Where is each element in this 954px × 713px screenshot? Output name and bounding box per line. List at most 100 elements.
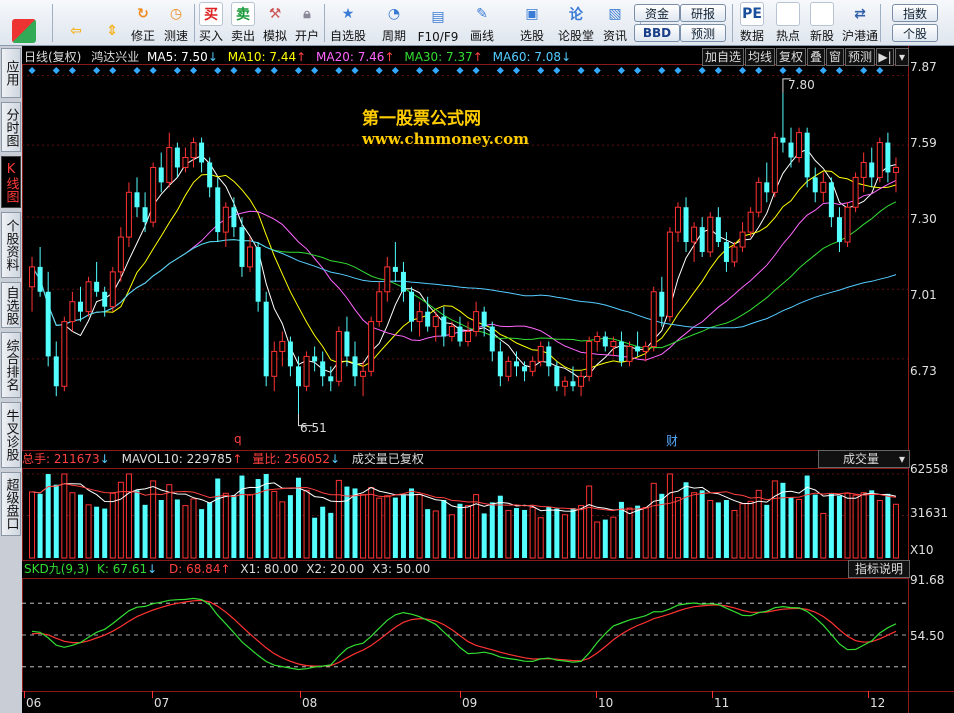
volume-bar bbox=[320, 506, 326, 558]
candle-body bbox=[158, 167, 164, 183]
overlay-button[interactable]: 叠 bbox=[807, 48, 825, 66]
volume-bar bbox=[852, 494, 859, 559]
volume-bar bbox=[764, 504, 770, 558]
hammer-button[interactable]: ⚒ 模拟 bbox=[260, 2, 290, 44]
up-down-arrows-button[interactable]: ⇕ bbox=[98, 2, 126, 44]
volume-bar bbox=[368, 487, 375, 559]
volume-bar bbox=[263, 474, 269, 558]
skd-d-value: D: 68.84 bbox=[169, 562, 221, 576]
window-button[interactable]: 窗 bbox=[826, 48, 844, 66]
candle-body bbox=[125, 191, 132, 238]
pe-button[interactable]: PE 数据 bbox=[736, 2, 768, 44]
lock-button[interactable]: 🔒︎ 开户 bbox=[292, 2, 322, 44]
indicator-explain-button[interactable]: 指标说明 bbox=[848, 560, 910, 578]
date-tick-label: 11 bbox=[714, 696, 730, 710]
candle-body bbox=[465, 331, 472, 342]
volume-bar bbox=[650, 482, 657, 559]
candle-body bbox=[190, 142, 197, 159]
ma30-value: MA30: 7.37 bbox=[404, 50, 473, 64]
candle-body bbox=[457, 326, 463, 342]
volume-bar bbox=[836, 495, 842, 558]
price-tick: 6.73 bbox=[910, 364, 937, 378]
candle-body bbox=[497, 351, 503, 377]
pen-button[interactable]: ✎ 画线 bbox=[462, 2, 502, 44]
candle-body bbox=[869, 162, 875, 178]
period-button[interactable]: ◔ 周期 bbox=[374, 2, 414, 44]
volume-indicator-select[interactable]: 成交量 ▾ bbox=[818, 450, 910, 468]
event-diamond bbox=[133, 66, 141, 75]
toolbar-button-label: 热点 bbox=[775, 29, 800, 43]
date-tick-label: 06 bbox=[26, 696, 42, 710]
bbd-pill-button[interactable]: BBD bbox=[634, 24, 680, 42]
ma-settings-button[interactable]: 均线 bbox=[745, 48, 775, 66]
adjust-price-button[interactable]: 复权 bbox=[776, 48, 806, 66]
sell-button[interactable]: 卖卖出 bbox=[228, 2, 258, 44]
news-button[interactable]: ▧ 资讯 bbox=[598, 2, 632, 44]
volume-bar bbox=[513, 508, 519, 558]
volume-bar bbox=[860, 492, 867, 559]
screen-icon: ▣ bbox=[525, 6, 539, 22]
event-diamond bbox=[351, 66, 359, 75]
left-tab-2[interactable]: K线图 bbox=[1, 156, 21, 208]
forecast-pill-button[interactable]: 预测 bbox=[680, 24, 726, 42]
clock-button[interactable]: ◷ 测速 bbox=[160, 2, 192, 44]
hot-button[interactable]: ♨ 热点 bbox=[772, 2, 804, 44]
left-tab-0[interactable]: 应用 bbox=[1, 48, 21, 98]
toolbar-separator bbox=[194, 4, 195, 42]
index-pill-button[interactable]: 指数 bbox=[892, 4, 938, 22]
candle-body bbox=[755, 181, 762, 213]
volume-bar bbox=[69, 492, 76, 559]
skd-tick: 91.68 bbox=[910, 573, 945, 587]
grid-button[interactable] bbox=[2, 2, 46, 44]
new-stock-button[interactable]: ▥ 新股 bbox=[806, 2, 838, 44]
candle-body bbox=[715, 217, 721, 243]
volume-bar bbox=[780, 482, 786, 558]
candle-body bbox=[513, 361, 519, 367]
left-tab-1[interactable]: 分时图 bbox=[1, 102, 21, 152]
research-pill-button[interactable]: 研报 bbox=[680, 4, 726, 22]
volume-bar bbox=[271, 490, 278, 559]
back-arrow-button[interactable]: ⇦ bbox=[56, 2, 96, 44]
add-watchlist-button[interactable]: 加自选 bbox=[702, 48, 744, 66]
volume-bar bbox=[328, 512, 334, 558]
candle-body bbox=[199, 142, 205, 163]
volume-bar bbox=[287, 495, 293, 558]
toolbar-button-label: 资讯 bbox=[602, 29, 627, 43]
candle-body bbox=[723, 242, 729, 262]
buy-button[interactable]: 买买入 bbox=[196, 2, 226, 44]
candle-body bbox=[61, 321, 68, 387]
candle-body bbox=[441, 316, 447, 337]
star-folder-button[interactable]: ★ 自选股 bbox=[326, 2, 370, 44]
candle-body bbox=[764, 182, 770, 193]
toolbar-button-label: 自选股 bbox=[329, 29, 366, 43]
f10-button[interactable]: ▤ F10/F9 bbox=[418, 2, 459, 44]
news-icon: ▧ bbox=[608, 6, 622, 22]
left-tab-3[interactable]: 个股资料 bbox=[1, 212, 21, 278]
refresh-button[interactable]: ↻ 修正 bbox=[128, 2, 158, 44]
volume-tick: 62558 bbox=[910, 462, 949, 476]
screen-button[interactable]: ▣ 选股 bbox=[512, 2, 552, 44]
volume-bar bbox=[626, 507, 633, 559]
event-diamond bbox=[472, 66, 480, 75]
fund-pill-button[interactable]: 资金 bbox=[634, 4, 680, 22]
more-dropdown-button[interactable]: ▾ bbox=[895, 48, 909, 66]
volume-bar bbox=[561, 514, 568, 559]
volume-bar bbox=[199, 509, 205, 558]
event-diamond bbox=[537, 66, 545, 75]
left-tab-6[interactable]: 牛叉诊股 bbox=[1, 402, 21, 468]
volume-bar bbox=[570, 508, 576, 558]
stock-pill-button[interactable]: 个股 bbox=[892, 24, 938, 42]
buy-icon: 买 bbox=[199, 2, 223, 26]
candle-body bbox=[635, 346, 641, 352]
event-diamond bbox=[109, 66, 117, 75]
forum-button[interactable]: 论论股堂 bbox=[556, 2, 596, 44]
sse-hkex-button[interactable]: ⇄ 沪港通 bbox=[840, 2, 880, 44]
candle-body bbox=[77, 301, 83, 312]
left-tab-4[interactable]: 自选股 bbox=[1, 282, 21, 328]
left-tab-7[interactable]: 超级盘口 bbox=[1, 472, 21, 536]
volume-bar bbox=[360, 494, 367, 559]
play-step-button[interactable]: ▶| bbox=[876, 48, 894, 66]
forecast-button[interactable]: 预测 bbox=[845, 48, 875, 66]
candle-body bbox=[409, 291, 415, 322]
left-tab-5[interactable]: 综合排名 bbox=[1, 332, 21, 398]
